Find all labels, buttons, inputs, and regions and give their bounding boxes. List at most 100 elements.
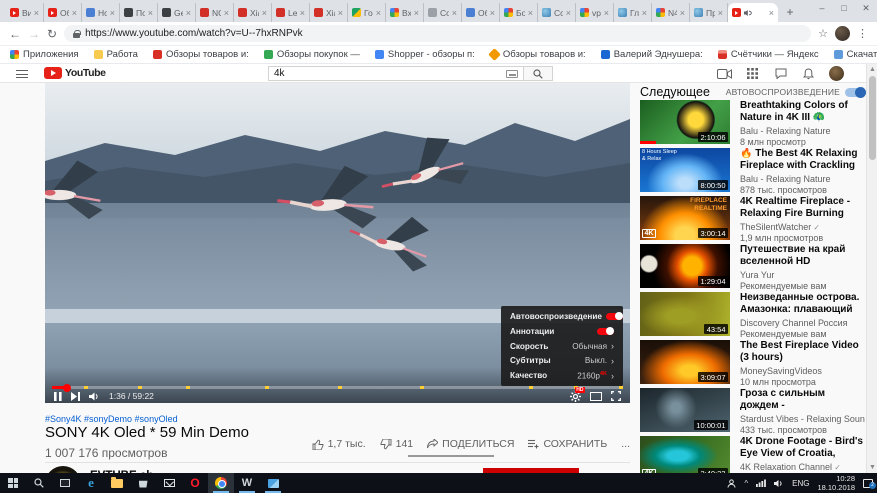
browser-tab-13[interactable]: Бол×: [500, 3, 538, 22]
related-video-channel[interactable]: Discovery Channel Россия: [740, 318, 866, 328]
messages-icon[interactable]: [773, 67, 788, 80]
tab-close-icon[interactable]: ×: [680, 8, 685, 18]
related-video-channel[interactable]: Stardust Vibes - Relaxing Soun ✓: [740, 414, 866, 424]
video-player[interactable]: Автовоспроизведение Аннотации Скорость Обыч…: [45, 83, 630, 403]
notifications-bell-icon[interactable]: [801, 67, 816, 80]
related-video-channel[interactable]: Yura Yur: [740, 270, 866, 280]
browser-tab-2[interactable]: Ног×: [82, 3, 120, 22]
bookmark-4[interactable]: Shopper - обзоры п:: [374, 49, 475, 60]
bookmark-1[interactable]: Работа: [93, 49, 138, 60]
browser-tab-16[interactable]: Гле×: [614, 3, 652, 22]
apps-grid-icon[interactable]: [745, 67, 760, 80]
bookmark-8[interactable]: Скачать музыку с ко: [833, 49, 877, 60]
upload-video-icon[interactable]: [717, 67, 732, 80]
scrollbar-thumb[interactable]: [868, 76, 876, 160]
related-video-title[interactable]: 4K Realtime Fireplace - Relaxing Fire Bu…: [740, 196, 866, 220]
video-thumbnail[interactable]: 4K3:40:23: [640, 436, 730, 473]
browser-tab-15[interactable]: vpu×: [576, 3, 614, 22]
share-button[interactable]: ПОДЕЛИТЬСЯ: [427, 438, 514, 450]
browser-tab-1[interactable]: Обз×: [44, 3, 82, 22]
tab-close-icon[interactable]: ×: [186, 8, 191, 18]
browser-tab-3[interactable]: Пов×: [120, 3, 158, 22]
taskbar-mail-icon[interactable]: [156, 473, 182, 493]
related-video-0[interactable]: 2:10:06 Breathtaking Colors of Nature in …: [640, 100, 866, 148]
fullscreen-icon[interactable]: [611, 391, 621, 401]
browser-tab-5[interactable]: NOT×: [196, 3, 234, 22]
bookmark-5[interactable]: Обзоры товаров и:: [487, 48, 586, 61]
tab-close-icon[interactable]: ×: [148, 8, 153, 18]
action-center-icon[interactable]: 2: [863, 478, 876, 489]
address-bar[interactable]: https://www.youtube.com/watch?v=U--7hxRN…: [64, 25, 812, 42]
volume-icon[interactable]: [89, 392, 100, 401]
related-video-title[interactable]: Гроза с сильным дождем - Расслабляющие з…: [740, 388, 866, 412]
taskbar-task-view-icon[interactable]: [52, 473, 78, 493]
settings-item-3[interactable]: Субтитры Выкл. ›: [501, 353, 623, 368]
more-actions-button[interactable]: ...: [621, 438, 630, 450]
volume-tray-icon[interactable]: [774, 479, 784, 488]
related-video-4[interactable]: 43:54 Неизведанные острова. Амазонка: пла…: [640, 292, 866, 340]
related-video-channel[interactable]: Balu - Relaxing Nature: [740, 174, 866, 184]
tab-close-icon[interactable]: ×: [452, 8, 457, 18]
browser-tab-12[interactable]: Обз×: [462, 3, 500, 22]
language-indicator[interactable]: ENG: [792, 479, 809, 488]
search-input[interactable]: 4k: [268, 66, 523, 81]
browser-tab-14[interactable]: Сог×: [538, 3, 576, 22]
browser-menu-icon[interactable]: ⋮: [857, 27, 868, 40]
related-video-channel[interactable]: MoneySavingVideos: [740, 366, 866, 376]
video-thumbnail[interactable]: 1:29:04: [640, 244, 730, 288]
taskbar-search-icon[interactable]: [26, 473, 52, 493]
back-icon[interactable]: ←: [9, 28, 21, 40]
tab-close-icon[interactable]: ×: [110, 8, 115, 18]
autoplay-toggle[interactable]: [845, 86, 866, 98]
account-avatar[interactable]: [829, 66, 844, 81]
hamburger-menu-icon[interactable]: [16, 70, 28, 78]
taskbar-photos-icon[interactable]: [260, 473, 286, 493]
taskbar-store-icon[interactable]: [130, 473, 156, 493]
tab-close-icon[interactable]: ×: [642, 8, 647, 18]
video-thumbnail[interactable]: 3:09:07: [640, 340, 730, 384]
related-video-title[interactable]: The Best Fireplace Video (3 hours): [740, 340, 866, 364]
related-video-1[interactable]: 8 Hours Sleep & Relax 8:00:50 🔥 The Best 4…: [640, 148, 866, 196]
related-video-5[interactable]: 3:09:07 The Best Fireplace Video (3 hours…: [640, 340, 866, 388]
bookmark-6[interactable]: Валерий Эднушера:: [600, 49, 703, 60]
browser-tab-18[interactable]: Про×: [690, 3, 728, 22]
youtube-logo[interactable]: YouTube: [44, 67, 106, 79]
related-video-6[interactable]: 10:00:01 Гроза с сильным дождем - Расслаб…: [640, 388, 866, 436]
like-button[interactable]: 1,7 тыс.: [312, 438, 366, 450]
tab-close-icon[interactable]: ×: [604, 8, 609, 18]
tab-close-icon[interactable]: ×: [490, 8, 495, 18]
tab-close-icon[interactable]: ×: [224, 8, 229, 18]
bookmark-2[interactable]: Обзоры товаров и:: [152, 49, 249, 60]
settings-item-1[interactable]: Аннотации: [501, 324, 623, 339]
bookmark-3[interactable]: Обзоры покупок —: [263, 49, 360, 60]
taskbar-edge-icon[interactable]: e: [78, 473, 104, 493]
settings-item-4[interactable]: Качество 2160p4K ›: [501, 368, 623, 383]
taskbar-chrome-icon[interactable]: [208, 473, 234, 493]
scroll-up-arrow[interactable]: ▲: [869, 66, 876, 73]
taskbar-clock[interactable]: 10:28 18.10.2018: [817, 474, 855, 493]
bookmark-7[interactable]: Счётчики — Яндекс: [717, 49, 819, 60]
related-video-channel[interactable]: Balu - Relaxing Nature: [740, 126, 866, 136]
browser-tab-10[interactable]: Вхо×: [386, 3, 424, 22]
page-scrollbar[interactable]: ▲ ▼: [866, 64, 877, 473]
keyboard-icon[interactable]: [506, 69, 518, 78]
save-button[interactable]: СОХРАНИТЬ: [528, 438, 607, 450]
video-thumbnail[interactable]: 2:10:06: [640, 100, 730, 144]
video-thumbnail[interactable]: 10:00:01: [640, 388, 730, 432]
tab-close-icon[interactable]: ×: [338, 8, 343, 18]
tab-close-icon[interactable]: ×: [769, 8, 774, 18]
search-button[interactable]: [523, 66, 553, 81]
browser-tab-0[interactable]: Вид×: [6, 3, 44, 22]
tab-audio-icon[interactable]: [744, 9, 752, 17]
browser-tab-9[interactable]: Гоо×: [348, 3, 386, 22]
taskbar-opera-icon[interactable]: O: [182, 473, 208, 493]
video-hashtags[interactable]: #Sony4K #sonyDemo #sonyOled: [45, 414, 178, 424]
miniplayer-icon[interactable]: [590, 391, 602, 401]
video-thumbnail[interactable]: 8 Hours Sleep & Relax 8:00:50: [640, 148, 730, 192]
toggle-switch[interactable]: [605, 312, 623, 321]
scroll-down-arrow[interactable]: ▼: [869, 464, 876, 471]
tray-expand-icon[interactable]: ^: [744, 479, 748, 488]
taskbar-word-icon[interactable]: W: [234, 473, 260, 493]
browser-tab-8[interactable]: Xia×: [310, 3, 348, 22]
new-tab-button[interactable]: +: [782, 4, 798, 20]
